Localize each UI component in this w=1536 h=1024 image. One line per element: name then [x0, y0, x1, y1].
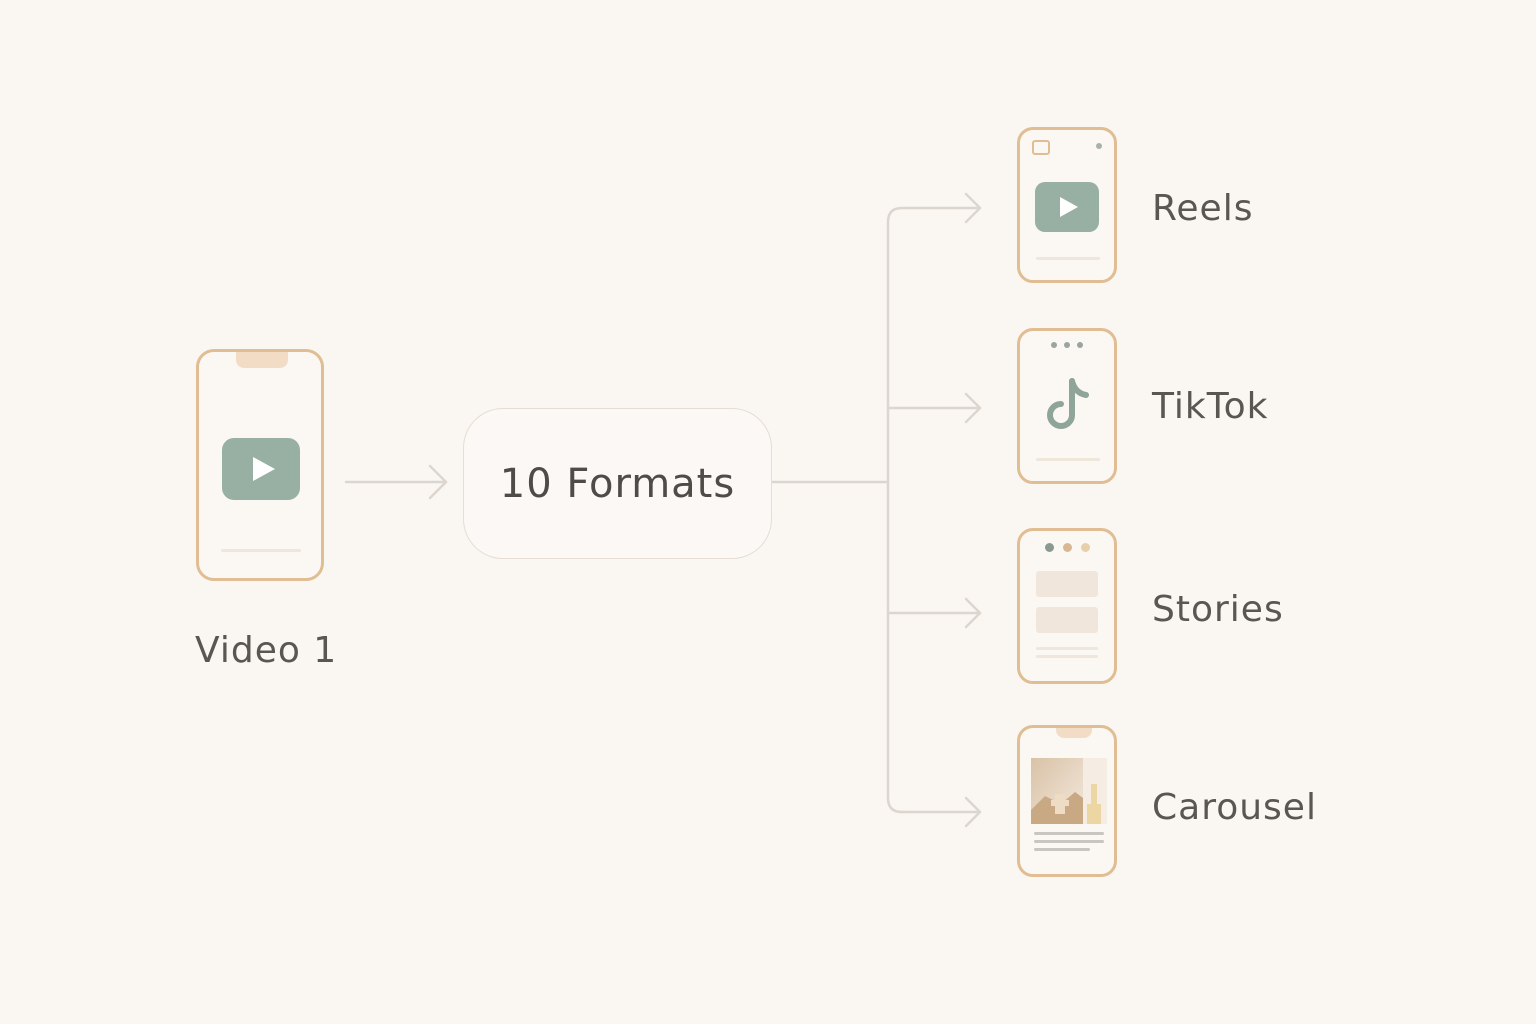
branch-trunk	[886, 206, 904, 814]
stories-label: Stories	[1152, 589, 1284, 630]
reels-label: Reels	[1152, 188, 1254, 229]
story-line-2	[1036, 655, 1098, 658]
story-card-1	[1036, 571, 1098, 597]
carousel-image-icon	[1031, 758, 1107, 824]
source-video-phone	[196, 349, 324, 581]
play-icon	[1035, 182, 1099, 232]
phone-notch	[236, 352, 288, 368]
phone-home-indicator	[1036, 458, 1100, 461]
reels-phone-icon	[1017, 127, 1117, 283]
phone-home-indicator	[1036, 257, 1100, 260]
menu-dot-3	[1077, 342, 1083, 348]
status-dot	[1096, 143, 1102, 149]
stories-phone-icon	[1017, 528, 1117, 684]
story-dot-1	[1045, 543, 1054, 552]
caption-line-2	[1034, 840, 1104, 843]
menu-dot-2	[1064, 342, 1070, 348]
camera-frame-icon	[1032, 140, 1050, 155]
tiktok-label: TikTok	[1152, 386, 1269, 427]
diagram-canvas: Video 1 10 Formats Reels TikTok Stories	[0, 0, 1536, 1024]
tiktok-phone	[1017, 328, 1117, 484]
source-label: Video 1	[195, 630, 338, 671]
story-dot-3	[1081, 543, 1090, 552]
story-card-2	[1036, 607, 1098, 633]
phone-home-indicator	[221, 549, 301, 552]
story-dot-2	[1063, 543, 1072, 552]
carousel-phone-icon	[1017, 725, 1117, 877]
story-line-1	[1036, 647, 1098, 650]
tiktok-icon	[1047, 378, 1089, 429]
carousel-label: Carousel	[1152, 787, 1317, 828]
play-icon	[222, 438, 300, 500]
formats-label: 10 Formats	[499, 460, 736, 507]
caption-line-3	[1034, 848, 1090, 851]
phone-notch	[1056, 728, 1092, 738]
caption-line-1	[1034, 832, 1104, 835]
menu-dot-1	[1051, 342, 1057, 348]
formats-node: 10 Formats	[463, 408, 772, 559]
